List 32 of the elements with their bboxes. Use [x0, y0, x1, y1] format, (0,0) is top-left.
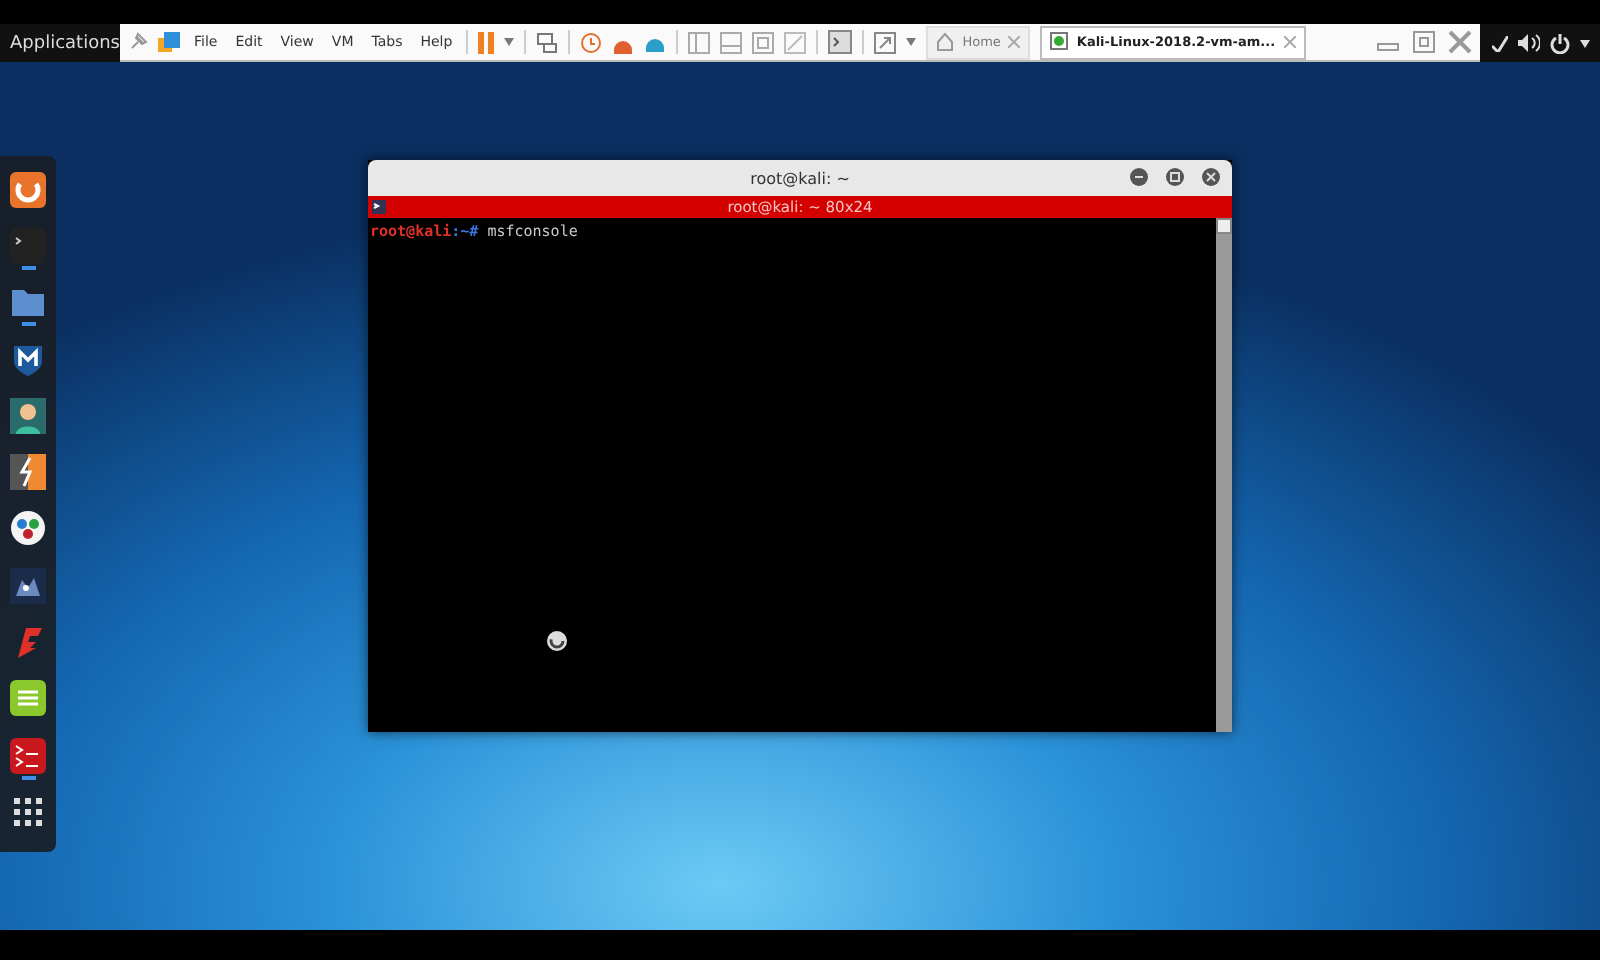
busy-cursor-icon: [546, 630, 568, 652]
lightning-icon[interactable]: [10, 454, 46, 491]
minimize-icon[interactable]: [1130, 168, 1148, 186]
home-icon: [936, 32, 955, 52]
applications-menu[interactable]: Applications: [10, 33, 120, 53]
circles-icon[interactable]: [10, 510, 46, 547]
window-title: root@kali: ~: [750, 169, 850, 187]
thumbnail-icon[interactable]: [720, 31, 743, 53]
clock-icon[interactable]: [580, 31, 603, 53]
console-icon[interactable]: [10, 737, 46, 774]
fullscreen-icon[interactable]: [752, 31, 775, 53]
power-icon[interactable]: [1549, 33, 1569, 53]
folder-icon[interactable]: [10, 284, 46, 321]
shield-icon[interactable]: [10, 341, 46, 378]
close-icon[interactable]: [1448, 30, 1472, 54]
sidebar-icon[interactable]: [688, 31, 711, 53]
maximize-icon[interactable]: [1166, 168, 1184, 186]
vm-icon: [1050, 32, 1069, 52]
pause-icon[interactable]: [478, 31, 495, 53]
stretch-icon[interactable]: [874, 31, 897, 53]
volume-icon[interactable]: [1517, 34, 1539, 52]
close-icon[interactable]: [1202, 168, 1220, 186]
scrollbar[interactable]: [1216, 218, 1232, 732]
pin-icon[interactable]: [128, 32, 148, 52]
app-grid-icon[interactable]: [10, 793, 46, 830]
restore-icon[interactable]: [1412, 30, 1436, 54]
caret-icon[interactable]: [1579, 39, 1589, 47]
notes-icon[interactable]: [10, 680, 46, 717]
terminal-icon: [372, 200, 386, 214]
checkmark-icon[interactable]: [1491, 35, 1507, 51]
app-logo-icon: [158, 31, 180, 53]
figure-icon[interactable]: [10, 397, 46, 434]
